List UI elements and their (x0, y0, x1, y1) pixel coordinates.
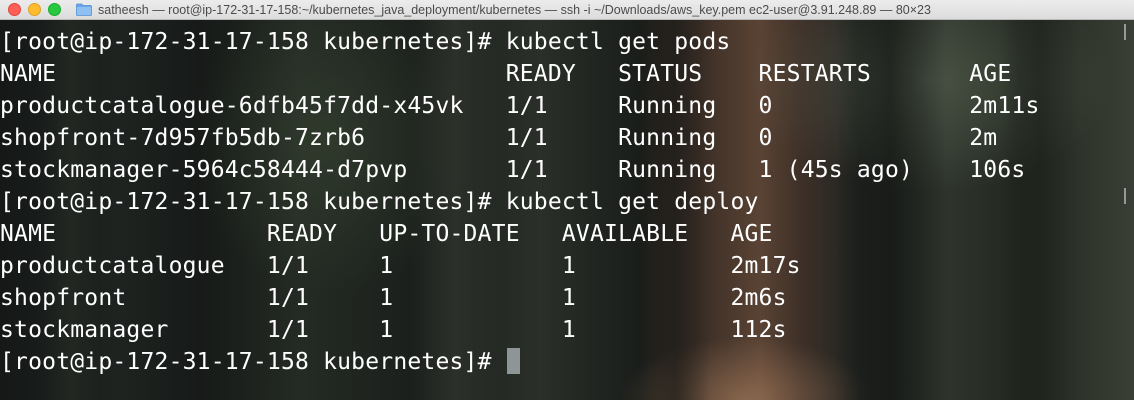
terminal-line: productcatalogue 1/1 1 1 2m17s (0, 253, 801, 279)
terminal-output: [root@ip-172-31-17-158 kubernetes]# kube… (0, 26, 1040, 378)
terminal-line: NAME READY STATUS RESTARTS AGE (0, 61, 1012, 87)
terminal-line: productcatalogue-6dfb45f7dd-x45vk 1/1 Ru… (0, 93, 1040, 119)
terminal-line: shopfront-7d957fb5db-7zrb6 1/1 Running 0… (0, 125, 998, 151)
terminal-line: stockmanager 1/1 1 1 112s (0, 317, 787, 343)
terminal-line: shopfront 1/1 1 1 2m6s (0, 285, 787, 311)
terminal-content[interactable]: [root@ip-172-31-17-158 kubernetes]# kube… (0, 20, 1134, 400)
terminal-line: [root@ip-172-31-17-158 kubernetes]# kube… (0, 29, 731, 55)
terminal-line: stockmanager-5964c58444-d7pvp 1/1 Runnin… (0, 157, 1026, 183)
terminal-line: NAME READY UP-TO-DATE AVAILABLE AGE (0, 221, 773, 247)
scroll-marker (1124, 24, 1131, 40)
terminal-line: [root@ip-172-31-17-158 kubernetes]# kube… (0, 189, 759, 215)
terminal-window: satheesh — root@ip-172-31-17-158:~/kuber… (0, 0, 1134, 400)
scroll-marker (1124, 188, 1131, 204)
text-cursor (506, 348, 520, 374)
prompt-line[interactable]: [root@ip-172-31-17-158 kubernetes]# (0, 346, 1040, 378)
folder-icon (76, 3, 92, 16)
close-button[interactable] (8, 3, 21, 16)
maximize-button[interactable] (48, 3, 61, 16)
window-title: satheesh — root@ip-172-31-17-158:~/kuber… (98, 3, 931, 17)
minimize-button[interactable] (28, 3, 41, 16)
shell-prompt: [root@ip-172-31-17-158 kubernetes]# (0, 349, 506, 375)
title-bar[interactable]: satheesh — root@ip-172-31-17-158:~/kuber… (0, 0, 1134, 20)
